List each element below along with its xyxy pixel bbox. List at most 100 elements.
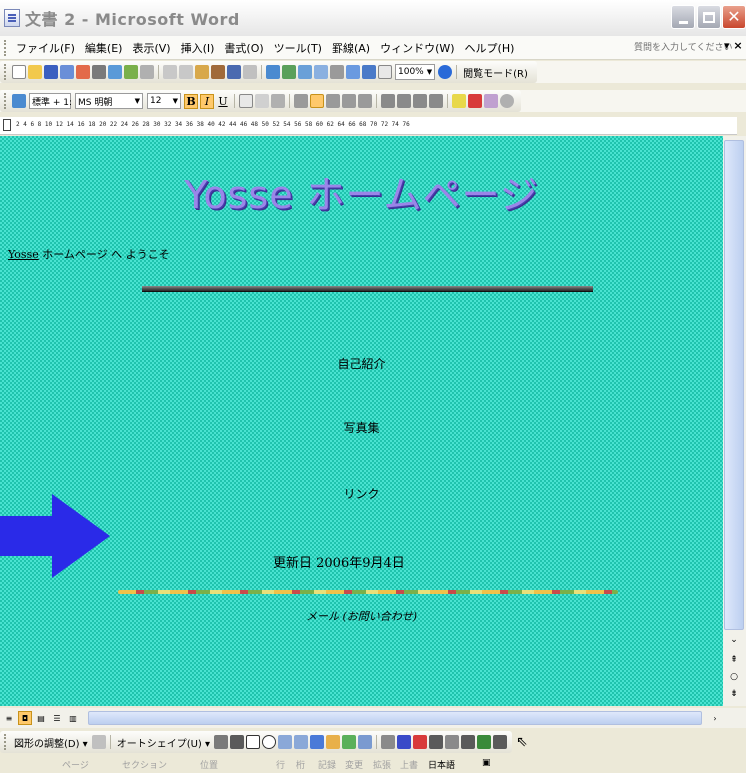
format-painter-icon[interactable] (211, 65, 225, 79)
cut-icon[interactable] (163, 65, 177, 79)
next-object-button[interactable]: ⇟ (724, 686, 744, 702)
close-button[interactable]: ✕ (722, 5, 746, 29)
draw-font-color-icon[interactable] (413, 735, 428, 749)
draw-adjust-menu[interactable]: 図形の調整(D) ▾ (11, 735, 91, 750)
horizontal-scrollbar[interactable]: ≡ ◘ ▤ ☰ ▥ ‹ › (0, 708, 746, 728)
fill-color-icon[interactable] (381, 735, 396, 749)
font-color-icon[interactable] (468, 94, 482, 108)
dash-style-icon[interactable] (445, 735, 460, 749)
columns-icon[interactable] (330, 65, 344, 79)
horizontal-ruler[interactable]: 2 4 6 8 10 12 14 16 18 20 22 24 26 28 30… (0, 117, 737, 135)
rectangle-tool-icon[interactable] (246, 735, 261, 749)
spelling-status-icon[interactable]: ▣ (482, 758, 491, 768)
help-icon[interactable] (438, 65, 453, 79)
shadow-style-icon[interactable] (477, 735, 492, 749)
status-change[interactable]: 変更 (345, 758, 363, 771)
insert-table-icon[interactable] (298, 65, 312, 79)
menu-grip[interactable] (4, 39, 7, 56)
3d-style-icon[interactable] (493, 735, 508, 749)
hyperlink-icon[interactable] (266, 65, 280, 79)
tables-borders-icon[interactable] (282, 65, 296, 79)
document-map-icon[interactable] (362, 65, 376, 79)
oval-tool-icon[interactable] (262, 735, 277, 749)
font-size-select[interactable]: 12 ▼ (147, 93, 181, 109)
open-folder-icon[interactable] (28, 65, 42, 79)
font-select[interactable]: MS 明朝 ▼ (75, 93, 143, 109)
help-question-input[interactable]: 質問を入力してください (634, 40, 732, 53)
toolbar-grip[interactable] (4, 93, 7, 109)
zoom-select[interactable]: 100% ▼ (395, 64, 436, 80)
underline-button[interactable]: U (216, 94, 230, 109)
picture-icon[interactable] (358, 735, 373, 749)
menu-tools[interactable]: ツール(T) (269, 38, 327, 58)
new-document-icon[interactable] (12, 65, 26, 79)
arrow-style-icon[interactable] (461, 735, 476, 749)
line-color-icon[interactable] (397, 735, 412, 749)
link-photo-album[interactable]: 写真集 (0, 419, 723, 436)
textbox-tool-icon[interactable] (278, 735, 293, 749)
reading-mode-button[interactable]: 閲覧モード(R) (460, 65, 531, 80)
email-icon[interactable] (76, 65, 90, 79)
link-self-introduction[interactable]: 自己紹介 (0, 355, 723, 372)
increase-indent-icon[interactable] (429, 94, 443, 108)
drawing-icon[interactable] (346, 65, 360, 79)
bold-button[interactable]: B (184, 93, 198, 109)
insert-excel-icon[interactable] (314, 65, 328, 79)
normal-view-icon[interactable]: ≡ (2, 711, 16, 725)
menu-edit[interactable]: 編集(E) (80, 38, 128, 58)
horizontal-scroll-thumb[interactable] (88, 711, 702, 725)
tab-selector-icon[interactable] (3, 119, 11, 131)
scroll-right-icon[interactable]: › (708, 711, 722, 725)
reading-view-icon[interactable]: ▥ (66, 711, 80, 725)
redo-icon[interactable] (243, 65, 257, 79)
scroll-thumb[interactable] (724, 140, 744, 630)
undo-icon[interactable] (227, 65, 241, 79)
research-icon[interactable] (140, 65, 154, 79)
menu-help[interactable]: ヘルプ(H) (460, 38, 520, 58)
toolbar-grip[interactable] (4, 734, 7, 750)
previous-object-button[interactable]: ⇞ (724, 652, 744, 668)
print-icon[interactable] (92, 65, 106, 79)
menu-file[interactable]: ファイル(F) (11, 38, 80, 58)
bullets-icon[interactable] (397, 94, 411, 108)
maximize-button[interactable] (697, 5, 721, 29)
char-scale-icon[interactable] (271, 94, 285, 108)
menu-table[interactable]: 罫線(A) (327, 38, 375, 58)
highlight-icon[interactable] (452, 94, 466, 108)
line-tool-icon[interactable] (214, 735, 229, 749)
line-style-icon[interactable] (429, 735, 444, 749)
spelling-icon[interactable] (124, 65, 138, 79)
italic-button[interactable]: I (200, 93, 214, 109)
select-browse-object-button[interactable]: ○ (724, 669, 744, 685)
align-right-icon[interactable] (326, 94, 340, 108)
char-border-icon[interactable] (239, 94, 253, 108)
web-layout-view-icon[interactable]: ◘ (18, 711, 32, 725)
permission-icon[interactable] (60, 65, 74, 79)
minimize-button[interactable] (671, 5, 695, 29)
align-center-icon[interactable] (310, 94, 324, 108)
arrow-tool-icon[interactable] (230, 735, 245, 749)
vertical-textbox-icon[interactable] (294, 735, 309, 749)
phonetic-guide-icon[interactable] (484, 94, 498, 108)
style-select[interactable]: 標準 + 1:▼ (29, 93, 80, 109)
enclose-chars-icon[interactable] (500, 94, 514, 108)
mail-contact-link[interactable]: メール (お問い合わせ) (0, 608, 723, 624)
outline-view-icon[interactable]: ☰ (50, 711, 64, 725)
char-shading-icon[interactable] (255, 94, 269, 108)
menu-window[interactable]: ウィンドウ(W) (375, 38, 459, 58)
status-overwrite[interactable]: 上書 (400, 758, 418, 771)
scroll-down-button[interactable]: ⌄ (724, 632, 744, 648)
show-hide-icon[interactable] (378, 65, 392, 79)
menu-format[interactable]: 書式(O) (219, 38, 268, 58)
numbering-icon[interactable] (381, 94, 395, 108)
menu-view[interactable]: 表示(V) (127, 38, 175, 58)
print-preview-icon[interactable] (108, 65, 122, 79)
clipart-icon[interactable] (342, 735, 357, 749)
document-area[interactable]: Yosse ホームページ Yosse ホームページ へ ようこそ 自己紹介 写真… (0, 136, 723, 706)
paste-icon[interactable] (195, 65, 209, 79)
diagram-icon[interactable] (326, 735, 341, 749)
print-layout-view-icon[interactable]: ▤ (34, 711, 48, 725)
vertical-scrollbar[interactable]: ⌄ ⇞ ○ ⇟ (723, 136, 746, 706)
toolbar-grip[interactable] (4, 64, 7, 80)
distribute-icon[interactable] (342, 94, 356, 108)
